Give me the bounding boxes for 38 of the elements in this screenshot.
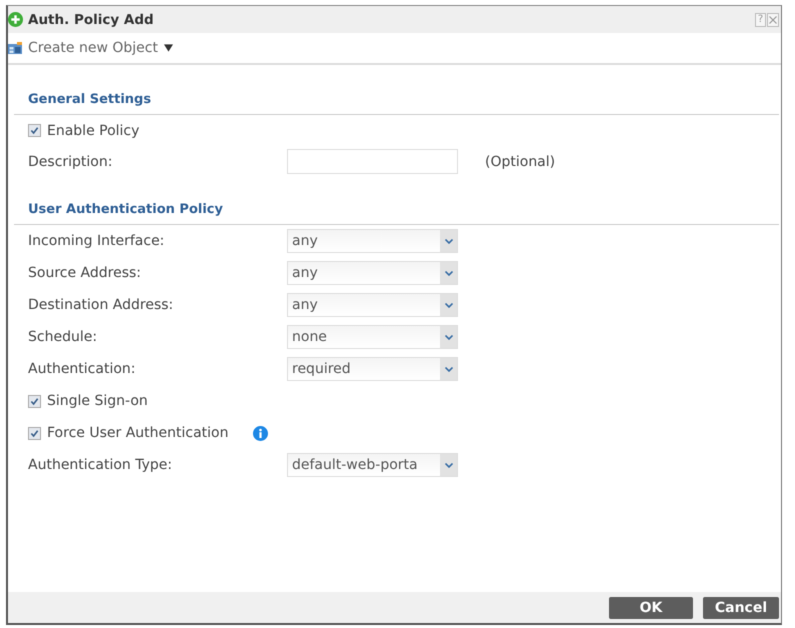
- window-title: Auth. Policy Add: [28, 12, 154, 28]
- dropdown-field[interactable]: none: [287, 325, 458, 349]
- checkbox[interactable]: [28, 394, 41, 408]
- chevron-down-icon: [440, 262, 457, 284]
- cancel-button[interactable]: Cancel: [703, 596, 779, 618]
- dropdown-field[interactable]: required: [287, 357, 458, 381]
- dropdown-field[interactable]: any: [287, 293, 458, 317]
- close-icon: [769, 16, 777, 24]
- checkbox-label: Single Sign-on: [47, 393, 148, 409]
- dropdown-field[interactable]: default-web-porta: [287, 453, 458, 477]
- chevron-down-icon: [440, 454, 457, 476]
- field-label: Destination Address:: [28, 297, 174, 313]
- create-object-menu[interactable]: Create new Object: [8, 40, 173, 56]
- field-label: Authentication Type:: [28, 457, 174, 473]
- description-field[interactable]: [287, 149, 458, 174]
- close-button[interactable]: [767, 12, 779, 26]
- chevron-down-icon: [440, 294, 457, 316]
- checkbox-label: Force User Authentication: [47, 425, 228, 441]
- field-label: Description:: [28, 154, 114, 170]
- checkbox-label: Enable Policy: [47, 122, 140, 138]
- chevron-down-icon: [440, 230, 457, 252]
- field-label: Source Address:: [28, 265, 142, 281]
- object-icon: [8, 42, 22, 54]
- chevron-down-icon: [440, 326, 457, 348]
- field-label: Incoming Interface:: [28, 233, 166, 249]
- checkbox[interactable]: [28, 124, 41, 137]
- checkbox[interactable]: [28, 426, 41, 440]
- section-heading: General Settings: [14, 90, 779, 115]
- dropdown-field[interactable]: any: [287, 229, 458, 253]
- chevron-down-icon: [440, 358, 457, 380]
- caret-icon: [164, 44, 173, 52]
- section-heading: User Authentication Policy: [14, 200, 779, 225]
- field-label: Authentication:: [28, 361, 136, 377]
- field-label: Schedule:: [28, 329, 98, 345]
- ok-button[interactable]: OK: [609, 596, 693, 618]
- optional-hint: (Optional): [485, 154, 556, 170]
- info-icon[interactable]: [253, 426, 268, 440]
- dropdown-field[interactable]: any: [287, 261, 458, 285]
